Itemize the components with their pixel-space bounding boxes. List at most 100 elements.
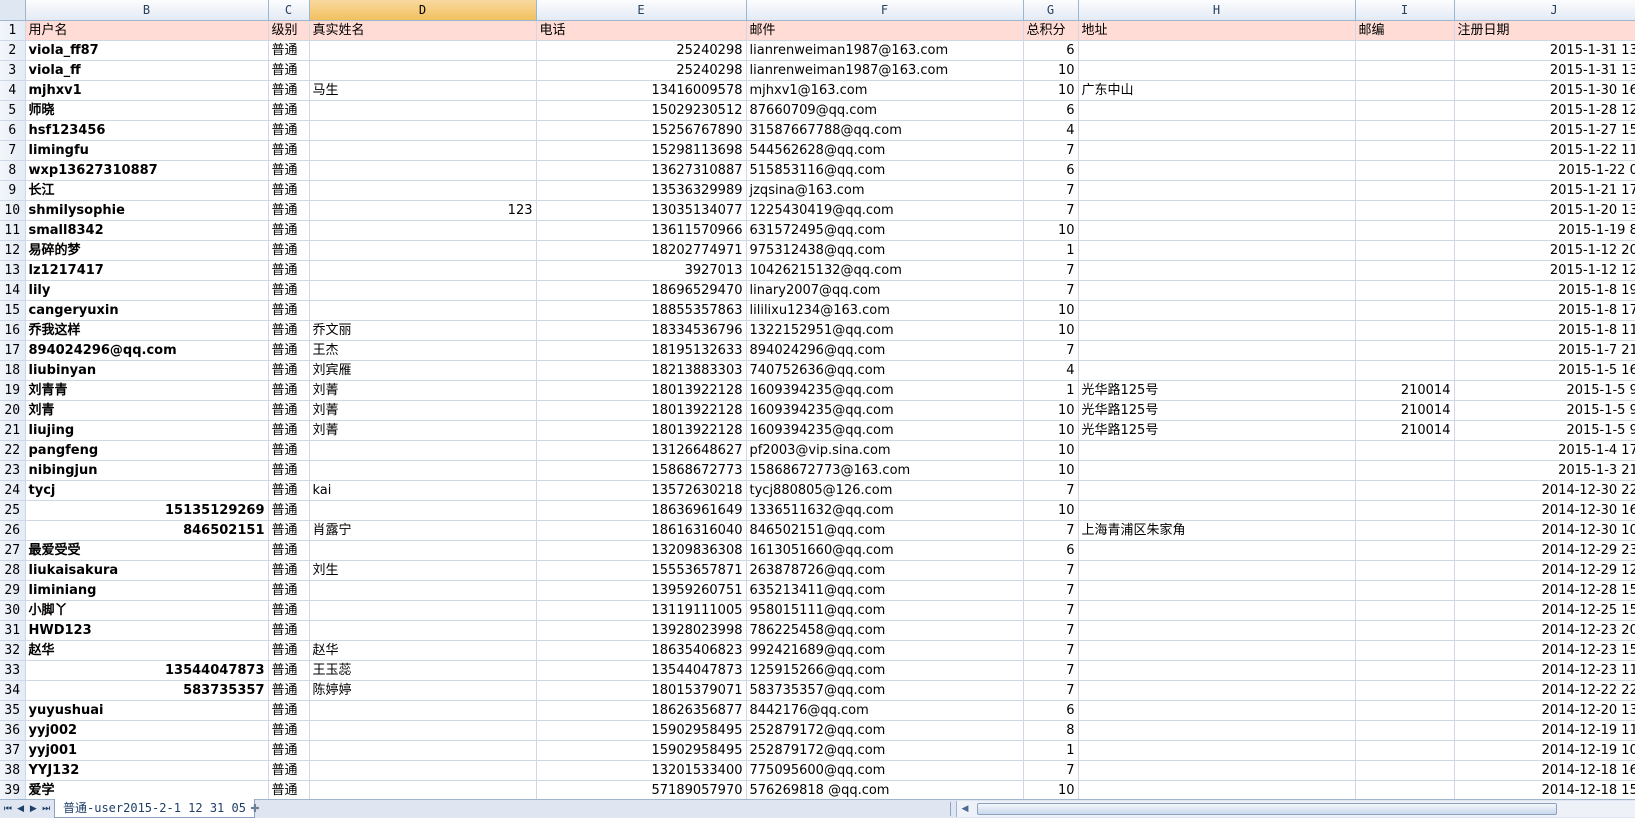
next-sheet-icon[interactable]: ▶ xyxy=(28,802,40,816)
cell-name[interactable]: 刘生 xyxy=(309,560,537,581)
cell-date[interactable]: 2014-12-23 11:2 xyxy=(1454,660,1635,681)
row-header[interactable]: 31 xyxy=(0,620,26,641)
cell-level[interactable]: 普通 xyxy=(268,580,310,601)
row-header[interactable]: 3 xyxy=(0,60,26,81)
row-header[interactable]: 24 xyxy=(0,480,26,501)
cell-date[interactable]: 2015-1-7 21:1 xyxy=(1454,340,1635,361)
cell-zip[interactable] xyxy=(1355,500,1455,521)
cell-zip[interactable] xyxy=(1355,540,1455,561)
cell-address[interactable] xyxy=(1078,560,1356,581)
cell-address[interactable] xyxy=(1078,280,1356,301)
cell-level[interactable]: 普通 xyxy=(268,360,310,381)
cell-email[interactable]: 775095600@qq.com xyxy=(746,760,1024,781)
cell-phone[interactable]: 18195132633 xyxy=(536,340,747,361)
cell-level[interactable]: 普通 xyxy=(268,780,310,799)
cell-phone[interactable]: 18855357863 xyxy=(536,300,747,321)
cell-email[interactable]: 515853116@qq.com xyxy=(746,160,1024,181)
cell-user[interactable]: 15135129269 xyxy=(25,500,269,521)
cell-user[interactable]: mjhxv1 xyxy=(25,80,269,101)
cell-user[interactable]: yuyushuai xyxy=(25,700,269,721)
cell-name[interactable] xyxy=(309,580,537,601)
column-header-i[interactable]: I xyxy=(1355,0,1455,21)
cell-name[interactable]: 刘菁 xyxy=(309,400,537,421)
column-header-d[interactable]: D xyxy=(309,0,537,21)
cell-email[interactable]: 1609394235@qq.com xyxy=(746,380,1024,401)
cell-zip[interactable] xyxy=(1355,520,1455,541)
last-sheet-icon[interactable]: ⏭ xyxy=(40,802,52,816)
cell-points[interactable]: 10 xyxy=(1023,780,1079,799)
cell-phone[interactable]: 18626356877 xyxy=(536,700,747,721)
cell-level[interactable]: 普通 xyxy=(268,300,310,321)
scroll-left-icon[interactable]: ◀ xyxy=(957,801,973,817)
cell-user[interactable]: viola_ff87 xyxy=(25,40,269,61)
row-header[interactable]: 20 xyxy=(0,400,26,421)
row-header[interactable]: 29 xyxy=(0,580,26,601)
cell-email[interactable]: lianrenweiman1987@163.com xyxy=(746,40,1024,61)
cell-name[interactable] xyxy=(309,620,537,641)
cell-zip[interactable] xyxy=(1355,200,1455,221)
cell-points[interactable]: 7 xyxy=(1023,680,1079,701)
cell-phone[interactable]: 18616316040 xyxy=(536,520,747,541)
cell-phone[interactable]: 13928023998 xyxy=(536,620,747,641)
cell-name[interactable] xyxy=(309,260,537,281)
cell-zip[interactable] xyxy=(1355,460,1455,481)
cell-level[interactable]: 普通 xyxy=(268,480,310,501)
cell-phone[interactable]: 13119111005 xyxy=(536,600,747,621)
row-header[interactable]: 35 xyxy=(0,700,26,721)
cell-user[interactable]: 赵华 xyxy=(25,640,269,661)
row-header[interactable]: 23 xyxy=(0,460,26,481)
cell-date[interactable]: 2014-12-18 16:2 xyxy=(1454,760,1635,781)
cell-points[interactable]: 10 xyxy=(1023,460,1079,481)
cell-points[interactable]: 10 xyxy=(1023,300,1079,321)
cell-level[interactable]: 普通 xyxy=(268,260,310,281)
cell-address[interactable]: 上海青浦区朱家角 xyxy=(1078,520,1356,541)
cell-phone[interactable]: 13544047873 xyxy=(536,660,747,681)
column-header-g[interactable]: G xyxy=(1023,0,1079,21)
horizontal-scrollbar[interactable]: ◀ xyxy=(956,801,1635,817)
cell-email[interactable]: 544562628@qq.com xyxy=(746,140,1024,161)
cell-zip[interactable] xyxy=(1355,300,1455,321)
cell-user[interactable]: cangeryuxin xyxy=(25,300,269,321)
cell-points[interactable]: 7 xyxy=(1023,200,1079,221)
cell-zip[interactable] xyxy=(1355,740,1455,761)
cell-date[interactable]: 2015-1-8 17:0 xyxy=(1454,300,1635,321)
cell-date[interactable]: 2015-1-8 19:5 xyxy=(1454,280,1635,301)
cell-name[interactable]: 123 xyxy=(309,200,537,221)
cell-name[interactable]: 刘宾雁 xyxy=(309,360,537,381)
cell-phone[interactable]: 13416009578 xyxy=(536,80,747,101)
cell-name[interactable]: 马生 xyxy=(309,80,537,101)
row-header[interactable]: 28 xyxy=(0,560,26,581)
cell-email[interactable]: 1609394235@qq.com xyxy=(746,420,1024,441)
cell-level[interactable]: 普通 xyxy=(268,760,310,781)
row-header[interactable]: 14 xyxy=(0,280,26,301)
row-header[interactable]: 7 xyxy=(0,140,26,161)
column-header-c[interactable]: C xyxy=(268,0,310,21)
cell-name[interactable] xyxy=(309,60,537,81)
cell-zip[interactable] xyxy=(1355,680,1455,701)
cell-date[interactable]: 2015-1-28 12:5 xyxy=(1454,100,1635,121)
cell-name[interactable] xyxy=(309,240,537,261)
cell-date[interactable]: 2015-1-31 13:1 xyxy=(1454,40,1635,61)
cell-phone[interactable]: 15902958495 xyxy=(536,740,747,761)
cell-points[interactable]: 8 xyxy=(1023,720,1079,741)
row-header[interactable]: 21 xyxy=(0,420,26,441)
cell-phone[interactable]: 15298113698 xyxy=(536,140,747,161)
cell-zip[interactable] xyxy=(1355,580,1455,601)
cell-email[interactable]: 583735357@qq.com xyxy=(746,680,1024,701)
cell-phone[interactable]: 25240298 xyxy=(536,40,747,61)
prev-sheet-icon[interactable]: ◀ xyxy=(15,802,27,816)
cell-address[interactable] xyxy=(1078,320,1356,341)
cell-date[interactable]: 2014-12-30 10:2 xyxy=(1454,520,1635,541)
first-sheet-icon[interactable]: ⏮ xyxy=(2,802,14,816)
cell-date[interactable]: 2014-12-29 12:5 xyxy=(1454,560,1635,581)
cell-user[interactable]: viola_ff xyxy=(25,60,269,81)
cell-date[interactable]: 2014-12-23 20:0 xyxy=(1454,620,1635,641)
cell-email[interactable]: 31587667788@qq.com xyxy=(746,120,1024,141)
cell-level[interactable]: 普通 xyxy=(268,700,310,721)
cell-email[interactable]: pf2003@vip.sina.com xyxy=(746,440,1024,461)
cell-phone[interactable]: 18013922128 xyxy=(536,420,747,441)
cell-address[interactable] xyxy=(1078,500,1356,521)
cell-level[interactable]: 普通 xyxy=(268,340,310,361)
cell-phone[interactable]: 3927013 xyxy=(536,260,747,281)
cell-address[interactable] xyxy=(1078,200,1356,221)
